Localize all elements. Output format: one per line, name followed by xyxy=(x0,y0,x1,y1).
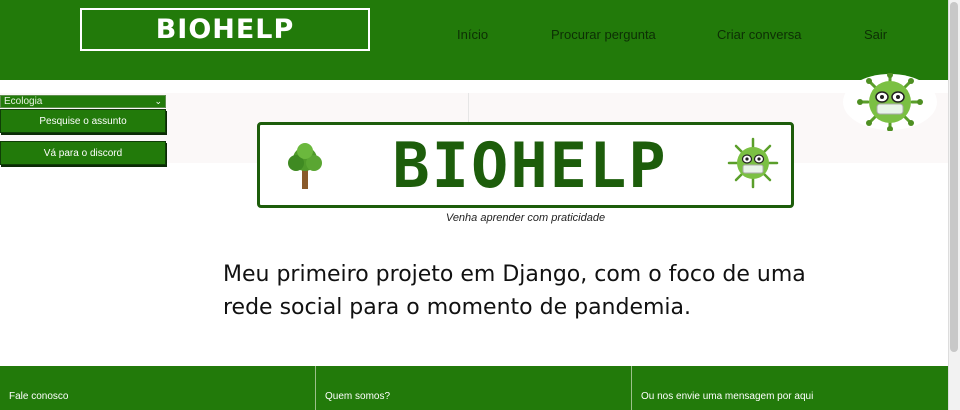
banner-tagline: Venha aprender com praticidade xyxy=(445,212,606,224)
discord-button[interactable]: Vá para o discord xyxy=(0,141,166,165)
topic-select[interactable]: Ecologia ⌄ xyxy=(0,95,166,108)
nav-link-inicio[interactable]: Início xyxy=(457,27,488,42)
banner-title: BIOHELP xyxy=(392,128,668,202)
banner-logo: BIOHELP xyxy=(257,122,794,208)
footer-col-contact: Fale conosco xyxy=(0,366,316,410)
nav-link-sair[interactable]: Sair xyxy=(864,27,887,42)
top-navbar: BIOHELP Início Procurar pergunta Criar c… xyxy=(0,0,948,80)
tree-icon xyxy=(288,143,322,189)
scrollbar-thumb[interactable] xyxy=(950,2,958,352)
footer-contact-link[interactable]: Fale conosco xyxy=(9,391,68,402)
nav-link-criar-conversa[interactable]: Criar conversa xyxy=(717,27,802,42)
footer: Fale conosco Quem somos? Ou nos envie um… xyxy=(0,366,948,410)
navbar-logo[interactable]: BIOHELP xyxy=(80,8,370,51)
footer-message-link[interactable]: Ou nos envie uma mensagem por aqui xyxy=(641,391,813,402)
footer-col-message: Ou nos envie uma mensagem por aqui xyxy=(632,366,948,410)
nav-link-procurar-pergunta[interactable]: Procurar pergunta xyxy=(551,27,656,42)
project-description: Meu primeiro projeto em Django, com o fo… xyxy=(223,258,873,324)
virus-mascot-icon xyxy=(843,73,937,131)
footer-about-link[interactable]: Quem somos? xyxy=(325,391,390,402)
footer-col-about: Quem somos? xyxy=(316,366,632,410)
description-line-1: Meu primeiro projeto em Django, com o fo… xyxy=(223,262,806,287)
topic-select-value: Ecologia xyxy=(4,96,43,107)
virus-mascot-icon xyxy=(727,137,779,189)
chevron-down-icon: ⌄ xyxy=(154,96,162,106)
description-line-2: rede social para o momento de pandemia. xyxy=(223,295,692,320)
search-topic-button[interactable]: Pesquise o assunto xyxy=(0,109,166,133)
